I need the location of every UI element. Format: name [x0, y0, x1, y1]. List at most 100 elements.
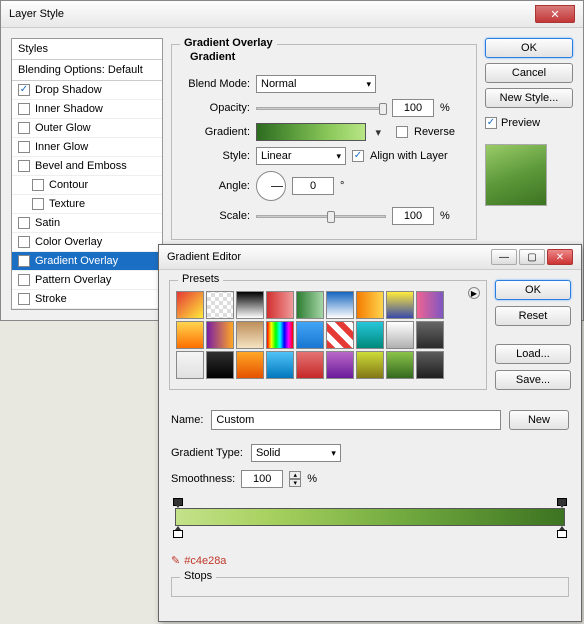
ge-ok-button[interactable]: OK [495, 280, 571, 300]
angle-label: Angle: [180, 180, 250, 192]
preset-swatch[interactable] [416, 321, 444, 349]
hex-label: ✎ #c4e28a [171, 554, 569, 567]
preset-swatch[interactable] [236, 321, 264, 349]
preset-swatch[interactable] [416, 351, 444, 379]
preset-swatch[interactable] [296, 321, 324, 349]
style-checkbox[interactable] [32, 179, 44, 191]
preset-swatch[interactable] [386, 321, 414, 349]
opacity-label: Opacity: [180, 102, 250, 114]
preset-swatch[interactable] [176, 291, 204, 319]
preset-swatch[interactable] [296, 291, 324, 319]
preview-swatch [485, 144, 547, 206]
name-input[interactable] [211, 410, 501, 430]
style-checkbox[interactable] [18, 293, 30, 305]
styles-header[interactable]: Styles [12, 39, 162, 60]
percent-label: % [440, 210, 450, 222]
preset-swatch[interactable] [296, 351, 324, 379]
style-checkbox[interactable] [18, 236, 30, 248]
new-gradient-button[interactable]: New [509, 410, 569, 430]
opacity-slider[interactable] [256, 107, 386, 110]
preset-swatch[interactable] [356, 351, 384, 379]
style-checkbox[interactable] [18, 122, 30, 134]
new-style-button[interactable]: New Style... [485, 88, 573, 108]
reverse-checkbox[interactable] [396, 126, 408, 138]
gradient-bar[interactable] [171, 498, 569, 538]
cancel-button[interactable]: Cancel [485, 63, 573, 83]
preset-swatch[interactable] [326, 291, 354, 319]
gradient-type-select[interactable]: Solid [251, 444, 341, 462]
angle-input[interactable] [292, 177, 334, 195]
style-label: Pattern Overlay [35, 274, 111, 286]
preset-swatch[interactable] [206, 291, 234, 319]
style-item-gradient-overlay[interactable]: Gradient Overlay [12, 252, 162, 271]
preset-swatch[interactable] [266, 351, 294, 379]
preset-swatch[interactable] [326, 321, 354, 349]
style-label: Stroke [35, 293, 67, 305]
opacity-stop-left[interactable] [173, 498, 183, 508]
color-stop-right[interactable] [557, 526, 567, 536]
preset-swatch[interactable] [356, 291, 384, 319]
scale-input[interactable] [392, 207, 434, 225]
style-item-inner-glow[interactable]: Inner Glow [12, 138, 162, 157]
angle-dial[interactable] [256, 171, 286, 201]
style-item-outer-glow[interactable]: Outer Glow [12, 119, 162, 138]
style-item-color-overlay[interactable]: Color Overlay [12, 233, 162, 252]
style-select[interactable]: Linear [256, 147, 346, 165]
style-item-inner-shadow[interactable]: Inner Shadow [12, 100, 162, 119]
preset-swatch[interactable] [326, 351, 354, 379]
preset-swatch[interactable] [206, 321, 234, 349]
style-item-texture[interactable]: Texture [12, 195, 162, 214]
style-checkbox[interactable] [18, 103, 30, 115]
smoothness-spinner[interactable]: ▴▾ [289, 471, 301, 487]
preset-swatch[interactable] [356, 321, 384, 349]
style-item-stroke[interactable]: Stroke [12, 290, 162, 309]
color-stop-left[interactable] [173, 526, 183, 536]
preset-swatch[interactable] [386, 351, 414, 379]
smoothness-input[interactable] [241, 470, 283, 488]
ge-load-button[interactable]: Load... [495, 344, 571, 364]
preset-swatch[interactable] [266, 321, 294, 349]
scale-slider[interactable] [256, 215, 386, 218]
style-item-satin[interactable]: Satin [12, 214, 162, 233]
preset-swatch[interactable] [236, 291, 264, 319]
style-label: Gradient Overlay [35, 255, 118, 267]
style-item-pattern-overlay[interactable]: Pattern Overlay [12, 271, 162, 290]
minimize-button[interactable]: — [491, 249, 517, 265]
preset-swatch[interactable] [206, 351, 234, 379]
gradient-swatch[interactable] [256, 123, 366, 141]
ge-reset-button[interactable]: Reset [495, 306, 571, 326]
maximize-button[interactable]: ▢ [519, 249, 545, 265]
preset-swatch[interactable] [416, 291, 444, 319]
style-item-bevel-and-emboss[interactable]: Bevel and Emboss [12, 157, 162, 176]
gradient-strip[interactable] [175, 508, 565, 526]
preset-swatch[interactable] [266, 291, 294, 319]
style-item-drop-shadow[interactable]: Drop Shadow [12, 81, 162, 100]
opacity-input[interactable] [392, 99, 434, 117]
blending-options-row[interactable]: Blending Options: Default [12, 60, 162, 81]
scale-label: Scale: [180, 210, 250, 222]
style-checkbox[interactable] [18, 141, 30, 153]
style-checkbox[interactable] [18, 160, 30, 172]
close-button[interactable]: ✕ [535, 5, 575, 23]
ok-button[interactable]: OK [485, 38, 573, 58]
style-item-contour[interactable]: Contour [12, 176, 162, 195]
preset-swatch[interactable] [176, 351, 204, 379]
sub-title: Gradient [186, 51, 239, 63]
angle-unit: ° [340, 180, 344, 192]
style-checkbox[interactable] [18, 255, 30, 267]
preview-checkbox[interactable] [485, 117, 497, 129]
preset-swatch[interactable] [386, 291, 414, 319]
style-checkbox[interactable] [18, 84, 30, 96]
gradient-editor-dialog: Gradient Editor — ▢ ✕ Presets ▶ OK Reset… [158, 244, 582, 622]
ge-save-button[interactable]: Save... [495, 370, 571, 390]
align-checkbox[interactable] [352, 150, 364, 162]
preset-swatch[interactable] [236, 351, 264, 379]
presets-menu-icon[interactable]: ▶ [468, 287, 480, 299]
preset-swatch[interactable] [176, 321, 204, 349]
style-checkbox[interactable] [32, 198, 44, 210]
opacity-stop-right[interactable] [557, 498, 567, 508]
style-checkbox[interactable] [18, 274, 30, 286]
style-checkbox[interactable] [18, 217, 30, 229]
close-button[interactable]: ✕ [547, 249, 573, 265]
blend-mode-select[interactable]: Normal [256, 75, 376, 93]
